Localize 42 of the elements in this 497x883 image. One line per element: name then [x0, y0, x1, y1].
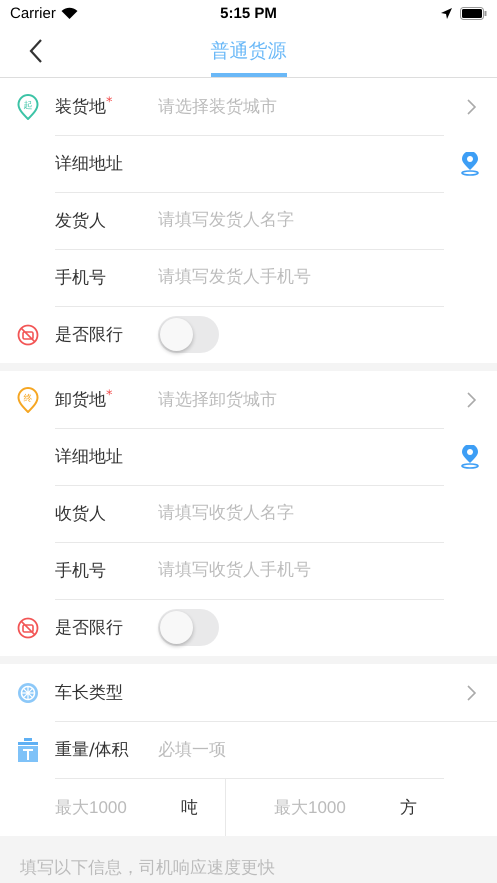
chevron-icon — [467, 98, 477, 114]
input-field[interactable]: 请填写收货人手机号 — [158, 560, 444, 580]
no-car-icon — [16, 616, 38, 638]
input-field[interactable]: 最大1000 — [274, 798, 374, 818]
field-label: 发货人 — [55, 210, 107, 232]
battery-icon — [460, 6, 488, 20]
field-label: 装货地* — [55, 94, 114, 118]
location-arrow-icon — [441, 8, 452, 18]
wheel-icon — [16, 682, 38, 704]
unit-label: 方 — [400, 797, 417, 819]
unit-label: 吨 — [181, 797, 198, 819]
weight-icon — [18, 738, 38, 762]
input-field[interactable]: 请填写发货人名字 — [158, 210, 444, 230]
footer-hint: 填写以下信息，司机响应速度更快 — [19, 857, 276, 880]
chevron-icon — [467, 392, 477, 408]
pin-label: 终 — [23, 394, 32, 404]
wifi-icon — [60, 7, 78, 19]
toggle-switch[interactable] — [158, 609, 219, 646]
input-field[interactable]: 请填写发货人手机号 — [158, 267, 444, 287]
field-label: 卸货地* — [55, 388, 114, 410]
status-time: 5:15 PM — [220, 4, 277, 22]
field-label: 是否限行 — [55, 617, 124, 639]
field-label: 收货人 — [55, 502, 107, 524]
field-label: 是否限行 — [55, 324, 124, 346]
field-label: 详细地址 — [55, 446, 124, 468]
location-pin-icon[interactable] — [460, 152, 480, 176]
city-select[interactable]: 请选择卸货城市 — [158, 388, 444, 410]
field-label: 重量/体积 — [55, 739, 130, 761]
input-field[interactable]: 最大1000 — [55, 798, 155, 818]
hint-text: 必填一项 — [158, 739, 227, 761]
toggle-switch[interactable] — [158, 316, 219, 353]
city-select[interactable]: 请选择装货城市 — [158, 94, 444, 118]
location-pin-icon[interactable] — [460, 444, 480, 468]
carrier-label: Carrier — [10, 4, 56, 22]
field-label: 详细地址 — [55, 152, 124, 174]
input-field[interactable]: 请填写收货人名字 — [158, 503, 444, 523]
field-label: 手机号 — [55, 266, 107, 288]
chevron-icon — [467, 684, 477, 700]
field-label: 车长类型 — [55, 682, 124, 704]
pin-label: 起 — [23, 100, 32, 110]
field-label: 手机号 — [55, 560, 107, 582]
no-car-icon — [16, 324, 38, 346]
